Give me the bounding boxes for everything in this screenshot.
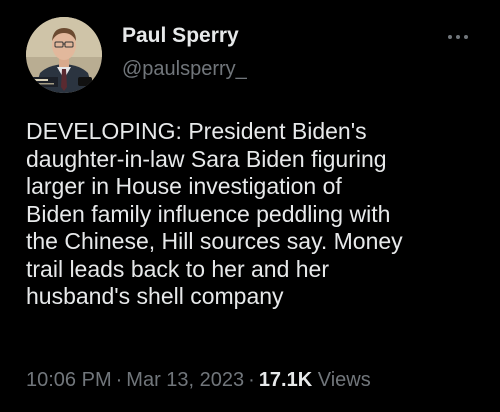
avatar-image <box>26 17 102 93</box>
tweet-time[interactable]: 10:06 PM <box>26 369 112 391</box>
tweet-text-line: the Chinese, Hill sources say. Money <box>26 228 403 254</box>
meta-separator: · <box>115 369 123 391</box>
tweet-text: DEVELOPING: President Biden's daughter-i… <box>26 118 486 311</box>
avatar[interactable] <box>26 17 102 93</box>
tweet-text-line: DEVELOPING: President Biden's <box>26 118 367 144</box>
views-count: 17.1K <box>258 369 313 391</box>
tweet-text-line: trail leads back to her and her <box>26 255 330 282</box>
meta-separator: · <box>248 369 255 391</box>
tweet-text-line: larger in House investigation of <box>26 173 342 199</box>
tweet-date[interactable]: Mar 13, 2023 <box>126 369 244 391</box>
views-label: Views <box>317 369 371 391</box>
tweet-card: Paul Sperry @paulsperry_ DEVELOPING: Pre… <box>0 0 500 412</box>
more-horizontal-icon[interactable] <box>446 30 470 42</box>
tweet-text-line: husband's shell company <box>26 283 284 309</box>
tweet-text-line: daughter-in-law Sara Biden figuring <box>26 145 387 172</box>
tweet-metadata: 10:06 PM · Mar 13, 2023 · 17.1K Views <box>26 369 371 392</box>
tweet-text-line: Biden family influence peddling with <box>26 200 391 227</box>
user-handle[interactable]: @paulsperry_ <box>122 58 247 81</box>
display-name[interactable]: Paul Sperry <box>122 24 239 48</box>
